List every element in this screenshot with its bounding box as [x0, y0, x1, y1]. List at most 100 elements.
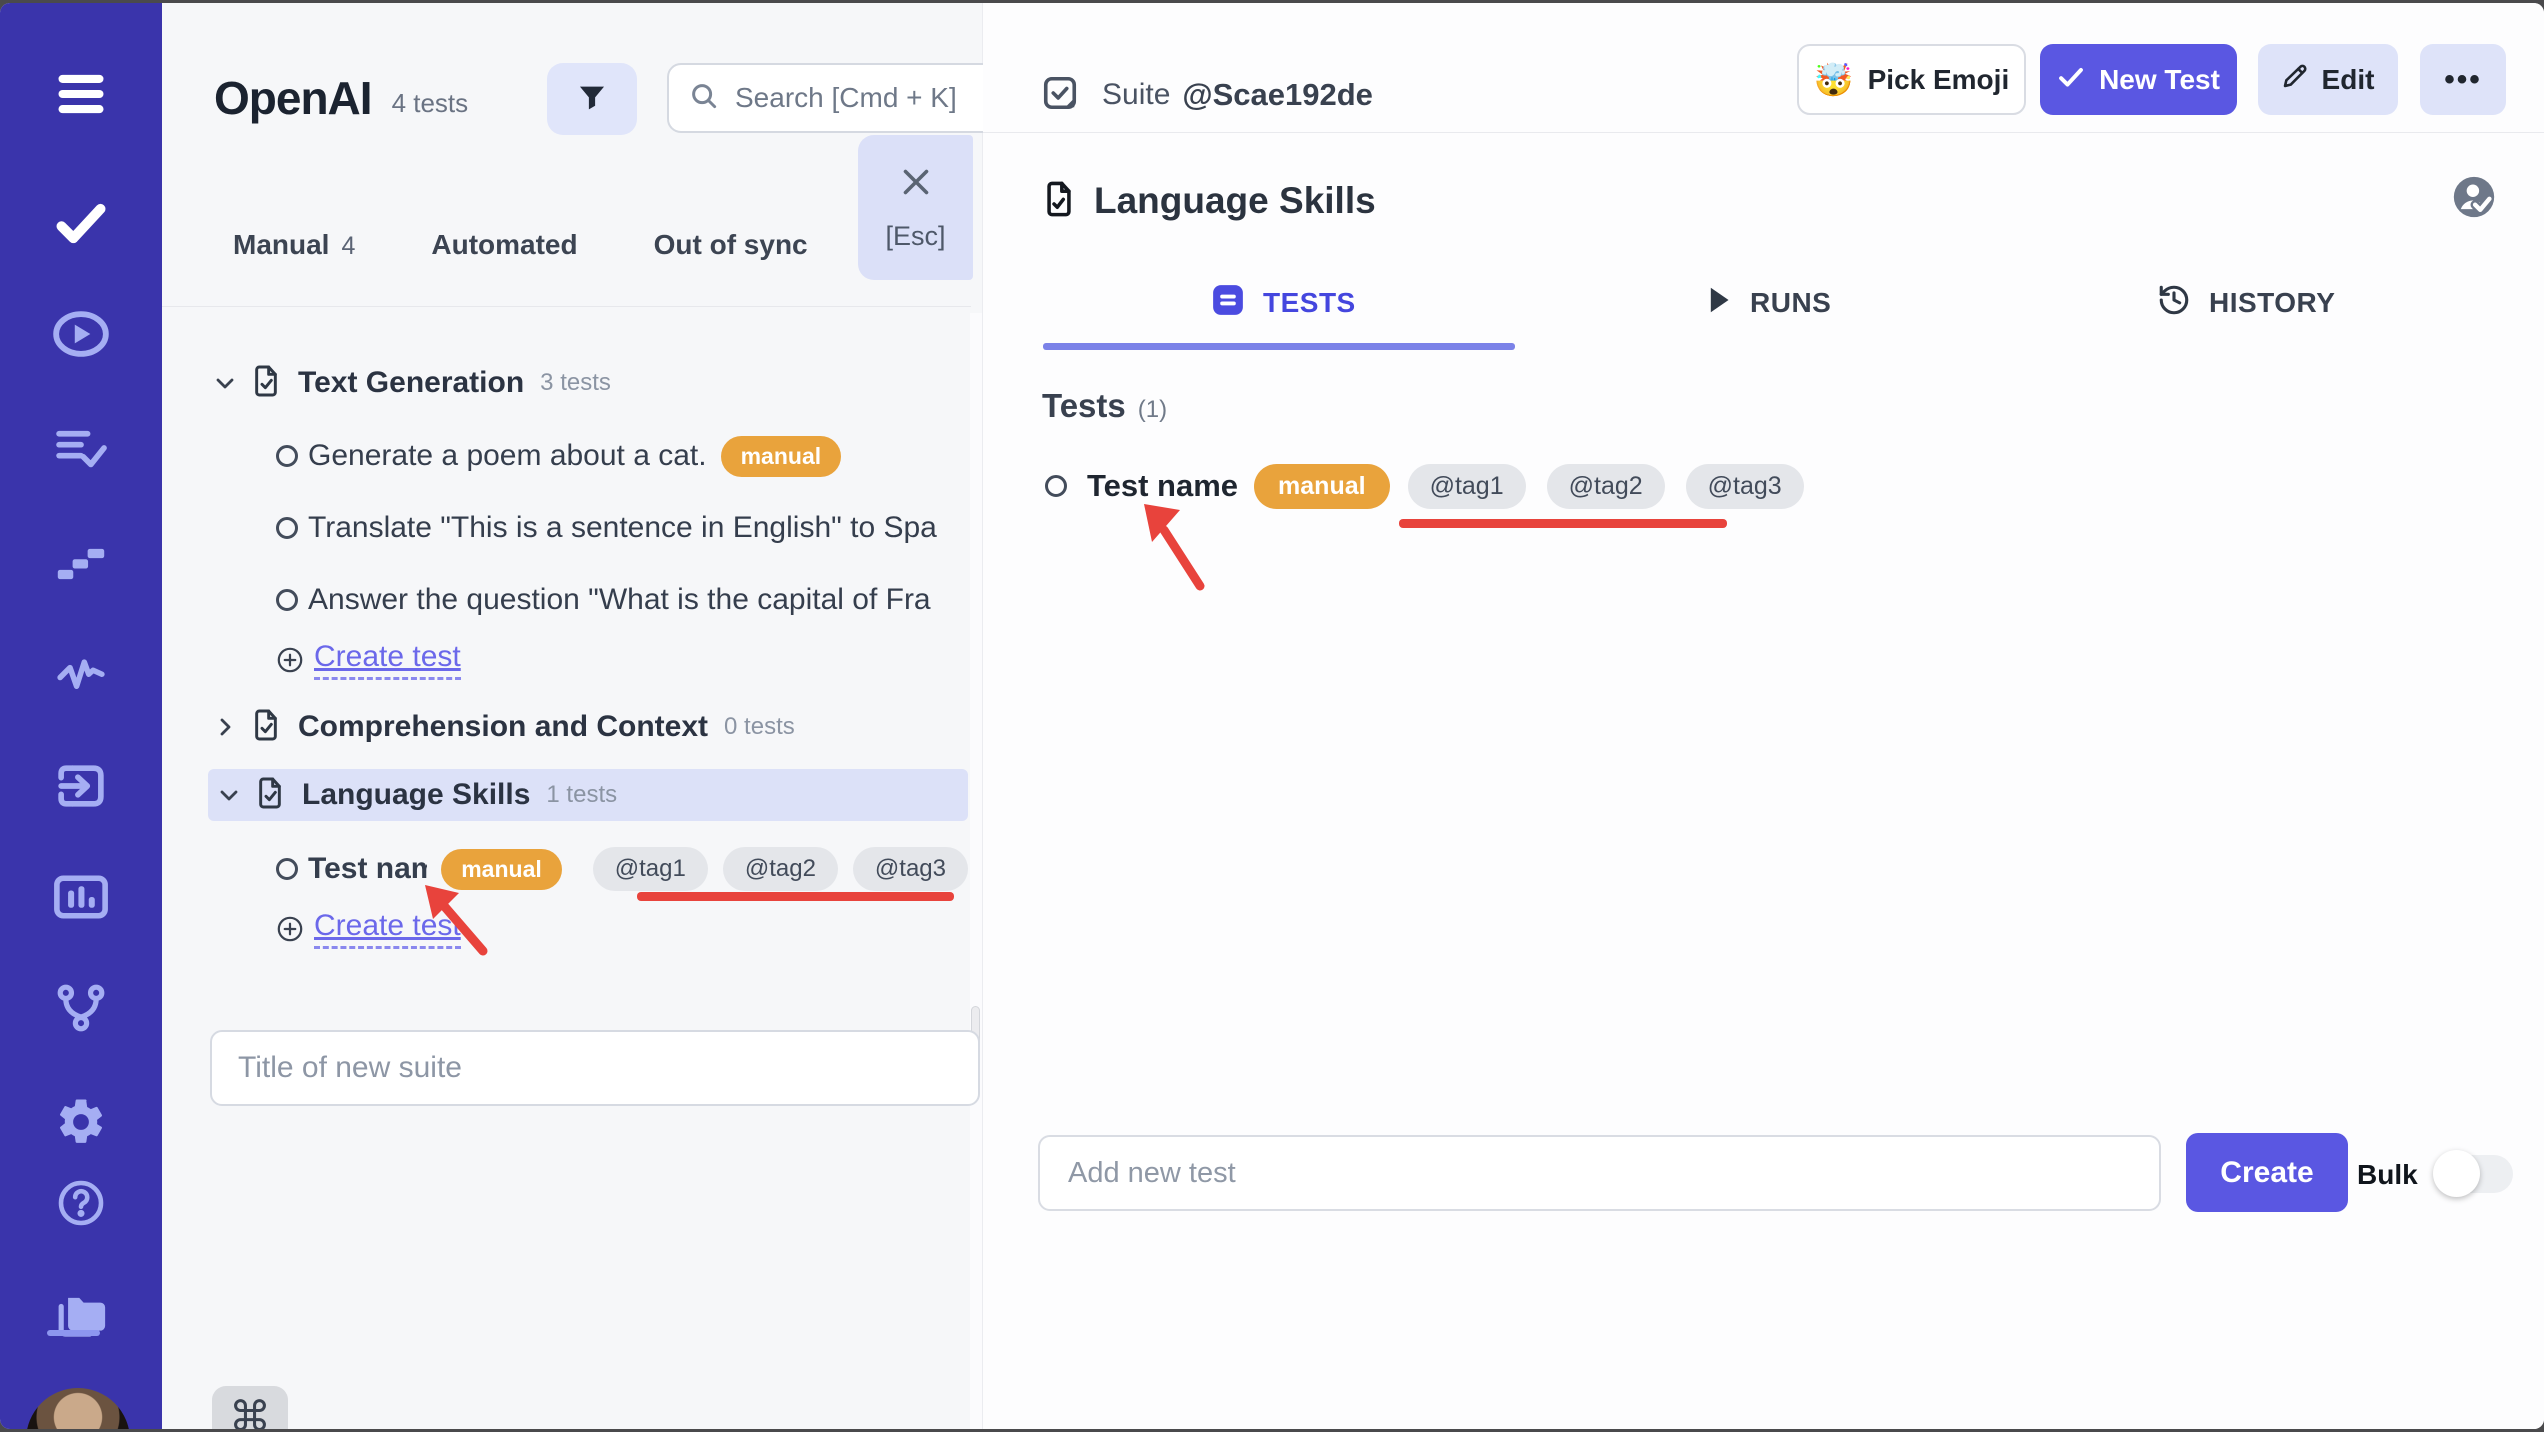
chevron-right-icon — [212, 715, 238, 739]
create-test-link[interactable]: Create test — [314, 640, 461, 680]
suite-test-count: 0 tests — [724, 713, 795, 740]
annotation-underline — [1399, 519, 1727, 528]
bar-chart-icon[interactable] — [50, 866, 112, 928]
tab-history[interactable]: HISTORY — [2157, 279, 2335, 327]
edit-button[interactable]: Edit — [2258, 44, 2398, 115]
test-row-translate[interactable]: Translate "This is a sentence in English… — [162, 504, 968, 552]
git-branch-icon[interactable] — [50, 977, 112, 1039]
play-icon — [1706, 285, 1732, 322]
test-name: Answer the question "What is the capital… — [308, 583, 931, 616]
esc-close-popup[interactable]: [Esc] — [858, 135, 973, 280]
suite-name: Comprehension and Context — [298, 710, 709, 743]
suite-id: @Scae192de — [1182, 77, 1373, 112]
close-icon[interactable] — [898, 164, 934, 205]
suites-drawer: OpenAI 4 tests Manual4 Automated Out of … — [162, 3, 1137, 1429]
annotation-underline — [637, 892, 954, 901]
suite-row-language-skills[interactable]: Language Skills 1 tests — [208, 769, 968, 821]
scrollbar-gutter — [970, 313, 982, 1429]
exploding-head-emoji-icon: 🤯 — [1813, 61, 1854, 98]
tests-count: (1) — [1137, 396, 1168, 423]
bulk-toggle[interactable] — [2433, 1150, 2513, 1197]
check-icon — [2057, 64, 2085, 96]
tag-pill: @tag1 — [592, 847, 708, 891]
tab-tests[interactable]: TESTS — [1211, 279, 1356, 327]
help-circle-icon[interactable] — [50, 1172, 112, 1234]
new-suite-input[interactable] — [210, 1030, 980, 1106]
list-check-icon[interactable] — [50, 417, 112, 479]
circle-icon — [276, 589, 298, 611]
tag-pill: @tag2 — [1546, 463, 1665, 509]
chevron-down-icon — [216, 783, 242, 807]
history-clock-icon — [2157, 283, 2191, 324]
document-check-icon — [254, 775, 286, 816]
tab-out-of-sync[interactable]: Out of sync — [654, 229, 808, 261]
suite-row-text-generation[interactable]: Text Generation 3 tests — [162, 359, 968, 407]
check-icon[interactable] — [50, 192, 112, 254]
create-test-link-text-generation[interactable]: Create test — [162, 636, 968, 684]
manual-badge: manual — [720, 435, 842, 477]
suite-test-count: 3 tests — [540, 369, 611, 396]
menu-icon[interactable] — [50, 63, 112, 125]
activity-icon[interactable] — [50, 641, 112, 703]
document-check-icon — [1042, 179, 1076, 224]
sidebar — [0, 3, 162, 1429]
tab-automated[interactable]: Automated — [431, 229, 577, 261]
suite-test-count: 1 tests — [546, 781, 618, 808]
suite-name: Language Skills — [302, 778, 531, 811]
new-test-button[interactable]: New Test — [2040, 44, 2237, 115]
test-row-test-name[interactable]: Test name manual @tag1 @tag2 @tag3 — [162, 845, 968, 893]
pick-emoji-button[interactable]: 🤯 Pick Emoji — [1797, 44, 2026, 115]
suite-name: Text Generation — [298, 366, 525, 399]
workspace-title: OpenAI — [214, 72, 373, 124]
document-check-icon — [250, 707, 282, 748]
person-check-badge[interactable] — [2452, 175, 2496, 219]
active-tab-underline — [1043, 343, 1515, 350]
create-test-link-language-skills[interactable]: Create test — [162, 905, 968, 953]
list-square-icon — [1211, 283, 1245, 324]
drawer-header: OpenAI 4 tests — [214, 61, 468, 135]
test-row-poem[interactable]: Generate a poem about a cat. manual — [162, 432, 968, 480]
suite-check-icon — [1042, 74, 1078, 117]
play-circle-icon[interactable] — [50, 303, 112, 365]
workspace-test-count: 4 tests — [391, 87, 469, 118]
circle-icon — [276, 517, 298, 539]
add-test-input[interactable] — [1038, 1135, 2161, 1211]
toggle-knob[interactable] — [2433, 1150, 2480, 1197]
gear-icon[interactable] — [50, 1091, 112, 1153]
suite-label: Suite — [1102, 78, 1171, 111]
bulk-label: Bulk — [2357, 1159, 2418, 1190]
document-check-icon — [250, 363, 282, 404]
create-button[interactable]: Create — [2186, 1133, 2348, 1212]
tag-pill: @tag3 — [852, 847, 968, 891]
cmd-key-badge: ⌘ — [212, 1386, 288, 1429]
annotation-arrow — [425, 885, 488, 956]
drawer-divider — [162, 306, 971, 307]
suite-header: Suite @Scae192de — [1042, 63, 1373, 127]
sign-in-icon[interactable] — [50, 755, 112, 817]
manual-badge: manual — [1254, 463, 1390, 509]
chevron-down-icon — [212, 371, 238, 395]
user-avatar[interactable] — [26, 1388, 130, 1429]
stairs-icon[interactable] — [50, 530, 112, 592]
tab-runs[interactable]: RUNS — [1706, 279, 1831, 327]
tag-pill: @tag3 — [1685, 463, 1804, 509]
header-divider — [983, 132, 2544, 133]
pencil-icon — [2282, 63, 2308, 96]
suite-row-comprehension[interactable]: Comprehension and Context 0 tests — [162, 703, 968, 751]
tag-pill: @tag2 — [722, 847, 838, 891]
test-name: Test name — [308, 852, 428, 885]
app-window: OpenAI 4 tests Manual4 Automated Out of … — [0, 3, 2544, 1429]
circle-icon — [1045, 475, 1067, 497]
filter-button[interactable] — [547, 63, 637, 135]
tab-manual[interactable]: Manual 4 — [233, 229, 355, 261]
test-name: Translate "This is a sentence in English… — [308, 511, 937, 544]
more-options-button[interactable]: ••• — [2420, 44, 2506, 115]
test-row-capital[interactable]: Answer the question "What is the capital… — [162, 576, 968, 624]
command-icon: ⌘ — [229, 1393, 271, 1429]
sidebar-active-indicator — [47, 1330, 100, 1336]
circle-plus-icon — [276, 915, 304, 943]
page-title-row: Language Skills — [1042, 175, 1376, 227]
circle-icon — [276, 858, 298, 880]
ellipsis-icon: ••• — [2444, 62, 2482, 96]
tests-heading: Tests (1) — [1042, 387, 1168, 424]
